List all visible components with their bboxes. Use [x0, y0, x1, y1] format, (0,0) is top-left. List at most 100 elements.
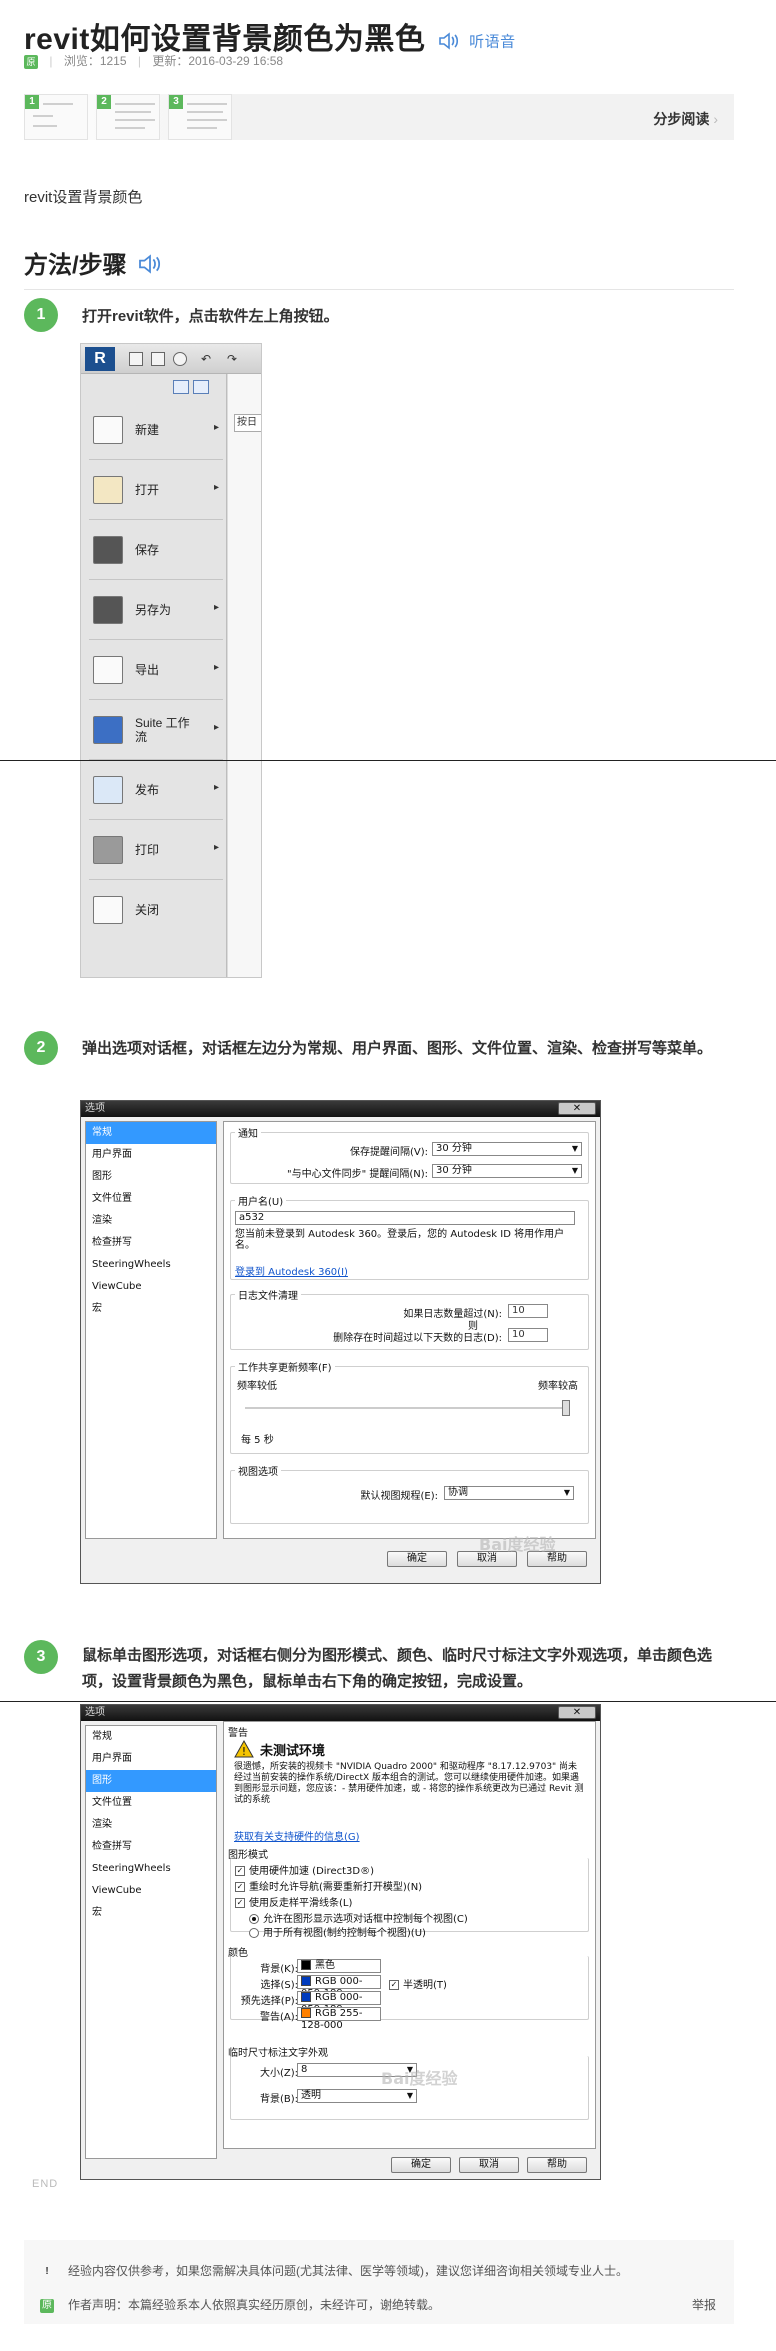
step-thumbnail-strip: 1 2 3 分步阅读 › — [24, 94, 734, 140]
step-read-link[interactable]: 分步阅读 › — [653, 109, 718, 129]
chevron-right-icon: ▸ — [213, 482, 219, 493]
save-reminder-label: 保存提醒间隔(V): — [349, 1147, 428, 1158]
menu-label: 打开 — [135, 483, 160, 497]
revit-application-menu-screenshot: R ↶ ↷ 新建 ▸ 打开 ▸ 保存 另存为 ▸ 导出 ▸ Suite 工作流 … — [80, 343, 262, 978]
svg-text:!: ! — [242, 1745, 246, 1758]
semi-transparent-checkbox: ✓ 半透明(T) — [389, 1976, 447, 1991]
menu-item-suite-workflow: Suite 工作流 ▸ — [81, 702, 227, 760]
workshare-group: 工作共享更新频率(F) 频率较低 频率较高 每 5 秒 — [230, 1359, 589, 1454]
nav-user-interface: 用户界面 — [92, 1149, 132, 1160]
original-badge-icon: 原 — [40, 2298, 54, 2313]
login-link: 登录到 Autodesk 360(I) — [235, 1267, 348, 1278]
meta-divider: | — [49, 54, 53, 68]
chevron-down-icon: ▼ — [563, 1488, 570, 1497]
method-heading: 方法/步骤 — [24, 245, 734, 290]
aa-per-view-radio: 允许在图形显示选项对话框中控制每个视图(C) — [249, 1910, 468, 1925]
watermark: Bai度经验 — [381, 2069, 458, 2088]
menu-item-export: 导出 ▸ — [81, 642, 227, 700]
selection-color-label: 选择(S): — [260, 1980, 298, 1991]
views-count: 浏览：1215 — [63, 54, 127, 68]
new-icon — [93, 416, 123, 444]
freq-high-label: 频率较高 — [538, 1381, 578, 1392]
step-thumb-3[interactable]: 3 — [168, 94, 232, 140]
divider-line — [0, 1701, 776, 1702]
revit-quick-access-bar: R ↶ ↷ — [81, 344, 261, 374]
chevron-right-icon: ▸ — [213, 602, 219, 613]
end-marker: END — [32, 2178, 59, 2190]
log-days-label: 删除存在时间超过以下天数的日志(D): — [333, 1333, 502, 1344]
listen-link[interactable]: 听语音 — [469, 34, 516, 51]
username-field: a532 — [235, 1211, 575, 1225]
nav-macros: 宏 — [92, 1907, 102, 1918]
chevron-down-icon: ▼ — [571, 1166, 578, 1175]
menu-item-close: 关闭 — [81, 882, 227, 940]
dialog-title: 选项 — [85, 1707, 105, 1718]
options-dialog-graphics-screenshot: 选项 ✕ 常规 用户界面 图形 文件位置 渲染 检查拼写 SteeringWhe… — [80, 1704, 601, 2180]
log-count-label: 如果日志数量超过(N): — [403, 1309, 502, 1320]
step-thumb-1[interactable]: 1 — [24, 94, 88, 140]
nav-rendering: 渲染 — [92, 1215, 112, 1226]
author-statement-text: 作者声明：本篇经验系本人依照真实经历原创，未经许可，谢绝转载。 — [68, 2298, 441, 2312]
nav-spelling: 检查拼写 — [92, 1237, 132, 1248]
redraw-checkbox: ✓ 重绘时允许导航(需要重新打开模型)(N) — [235, 1878, 422, 1893]
checkbox-label: 使用反走样平滑线条(L) — [249, 1898, 353, 1909]
alert-color-button: RGB 255-128-000 — [297, 2007, 381, 2031]
original-badge: 原 — [24, 54, 38, 69]
log-cleanup-group: 日志文件清理 如果日志数量超过(N): 10 则 删除存在时间超过以下天数的日志… — [230, 1287, 589, 1350]
graphics-mode-group: ✓ 使用硬件加速 (Direct3D®) ✓ 重绘时允许导航(需要重新打开模型)(N… — [230, 1858, 589, 1939]
printer-icon — [93, 836, 123, 864]
group-title: 用户名(U) — [235, 1193, 287, 1208]
hw-accel-checkbox: ✓ 使用硬件加速 (Direct3D®) — [235, 1862, 374, 1877]
sync-reminder-label: "与中心文件同步" 提醒间隔(N): — [286, 1169, 428, 1180]
log-days-input: 10 — [508, 1328, 548, 1342]
menu-item-publish: 发布 ▸ — [81, 762, 227, 820]
chevron-right-icon: ▸ — [213, 782, 219, 793]
speaker-icon[interactable] — [438, 24, 460, 58]
freq-value-label: 每 5 秒 — [241, 1435, 274, 1446]
step-number-3: 3 — [24, 1640, 58, 1674]
group-title: 工作共享更新频率(F) — [235, 1359, 335, 1374]
nav-general: 常规 — [92, 1731, 112, 1742]
preselection-color-button: RGB 000-059-189 — [297, 1991, 381, 2015]
checkmark-icon: ✓ — [235, 1866, 245, 1876]
help-button: 帮助 — [527, 2157, 587, 2173]
nav-file-locations: 文件位置 — [92, 1797, 132, 1808]
disclaimer-text: 经验内容仅供参考，如果您需解决具体问题(尤其法律、医学等领域)，建议您详细咨询相… — [68, 2264, 628, 2278]
colors-group: 背景(K): 黑色 选择(S): RGB 000-059-189 ✓ 半透明(T)… — [230, 1956, 589, 2031]
chevron-right-icon: ▸ — [213, 422, 219, 433]
meta-divider: | — [137, 54, 141, 68]
group-title: 视图选项 — [235, 1463, 281, 1478]
menu-label: 新建 — [135, 423, 160, 437]
nav-steeringwheels: SteeringWheels — [92, 1863, 171, 1874]
nav-viewcube: ViewCube — [92, 1885, 142, 1896]
divider-line — [0, 760, 776, 761]
frequency-slider-thumb — [562, 1400, 570, 1416]
revit-drawing-area: 按日 — [228, 374, 261, 977]
color-swatch — [301, 1992, 311, 2002]
chevron-down-icon: ▼ — [571, 1144, 578, 1153]
report-link[interactable]: 举报 — [692, 2296, 716, 2313]
checkmark-icon: ✓ — [235, 1882, 245, 1892]
username-note: 您当前未登录到 Autodesk 360。登录后，您的 Autodesk ID … — [235, 1229, 565, 1251]
antialias-checkbox: ✓ 使用反走样平滑线条(L) — [235, 1894, 352, 1909]
thumb-number: 2 — [97, 95, 111, 109]
color-value: 黑色 — [315, 1960, 335, 1971]
alert-color-label: 警告(A): — [259, 2012, 298, 2023]
radio-label: 用于所有视图(制约控制每个视图)(U) — [263, 1928, 426, 1939]
step-thumb-2[interactable]: 2 — [96, 94, 160, 140]
publish-icon — [93, 776, 123, 804]
revit-logo-icon: R — [85, 347, 115, 371]
nav-general: 常规 — [86, 1122, 216, 1144]
speaker-icon[interactable] — [137, 253, 163, 281]
intro-text: revit设置背景颜色 — [24, 189, 143, 206]
menu-label: Suite 工作流 — [135, 716, 190, 744]
suite-workflow-icon — [93, 716, 123, 744]
dialog-titlebar: 选项 — [81, 1101, 600, 1117]
chevron-down-icon: ▼ — [406, 2091, 413, 2100]
side-tab: 按日 — [234, 414, 261, 432]
nav-rendering: 渲染 — [92, 1819, 112, 1830]
menu-item-save-as: 另存为 ▸ — [81, 582, 227, 640]
checkmark-icon: ✓ — [235, 1898, 245, 1908]
select-value: 8 — [301, 2064, 308, 2075]
warning-group-title: 警告 — [228, 1728, 248, 1739]
